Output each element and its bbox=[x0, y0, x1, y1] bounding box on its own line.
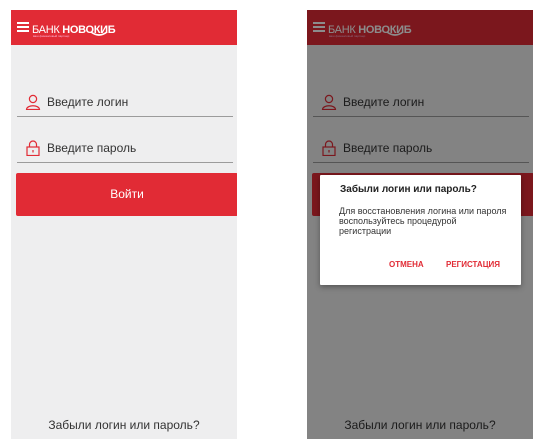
forgot-credentials-link[interactable]: Забыли логин или пароль? bbox=[11, 418, 237, 432]
login-button[interactable]: Войти bbox=[16, 173, 237, 216]
cancel-button[interactable]: ОТМЕНА bbox=[389, 260, 424, 269]
forgot-credentials-dialog: Забыли логин или пароль? Для восстановле… bbox=[320, 175, 521, 285]
user-icon bbox=[25, 94, 41, 110]
app-header: БАНК НОВОКИБ ваш финансовый партнер bbox=[11, 10, 237, 45]
password-placeholder: Введите пароль bbox=[47, 141, 137, 155]
login-screen: БАНК НОВОКИБ ваш финансовый партнер Введ… bbox=[11, 10, 237, 439]
password-field[interactable]: Введите пароль bbox=[17, 138, 233, 163]
bank-logo: БАНК НОВОКИБ ваш финансовый партнер bbox=[32, 24, 116, 38]
logo-smile-icon bbox=[90, 31, 108, 36]
menu-icon[interactable] bbox=[17, 22, 29, 32]
logo-tagline: ваш финансовый партнер bbox=[33, 34, 70, 38]
login-placeholder: Введите логин bbox=[47, 95, 129, 109]
register-button[interactable]: РЕГИСТАЦИЯ bbox=[446, 260, 500, 269]
lock-icon bbox=[26, 140, 40, 156]
dialog-message: Для восстановления логина или пароля вос… bbox=[339, 206, 507, 236]
dialog-title: Забыли логин или пароль? bbox=[340, 184, 477, 195]
forgot-dialog-screen: БАНК НОВОКИБ ваш финансовый партнер Введ… bbox=[307, 10, 533, 439]
login-field[interactable]: Введите логин bbox=[17, 92, 233, 117]
